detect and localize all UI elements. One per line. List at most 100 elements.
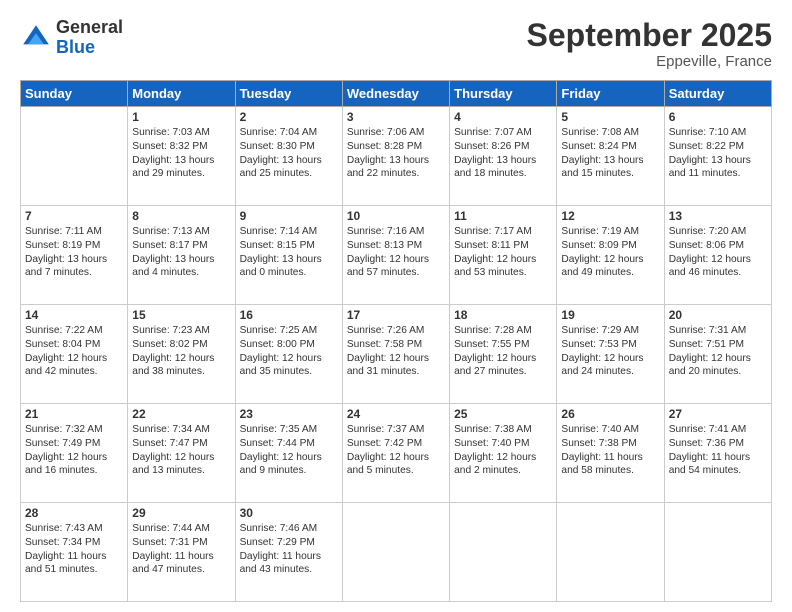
week-row: 7 Sunrise: 7:11 AM Sunset: 8:19 PM Daylig…	[21, 206, 772, 305]
day-number: 8	[132, 209, 230, 223]
cell-content: Sunrise: 7:46 AM Sunset: 7:29 PM Dayligh…	[240, 522, 338, 577]
weekday-header-row: SundayMondayTuesdayWednesdayThursdayFrid…	[21, 81, 772, 107]
calendar-cell: 16 Sunrise: 7:25 AM Sunset: 8:00 PM Dayli…	[235, 305, 342, 404]
calendar-cell: 1Sunrise: 7:03 AM Sunset: 8:32 PM Daylig…	[128, 107, 235, 206]
calendar-cell	[21, 107, 128, 206]
cell-content: Sunrise: 7:37 AM Sunset: 7:42 PM Dayligh…	[347, 423, 445, 478]
calendar-cell: 13Sunrise: 7:20 AM Sunset: 8:06 PM Dayli…	[664, 206, 771, 305]
week-row: 21Sunrise: 7:32 AM Sunset: 7:49 PM Dayli…	[21, 404, 772, 503]
cell-content: Sunrise: 7:31 AM Sunset: 7:51 PM Dayligh…	[669, 324, 767, 379]
cell-content: Sunrise: 7:06 AM Sunset: 8:28 PM Dayligh…	[347, 126, 445, 181]
calendar-cell: 18 Sunrise: 7:28 AM Sunset: 7:55 PM Dayli…	[450, 305, 557, 404]
day-number: 16	[240, 308, 338, 322]
weekday-header: Tuesday	[235, 81, 342, 107]
day-number: 5	[561, 110, 659, 124]
cell-content: Sunrise: 7:41 AM Sunset: 7:36 PM Dayligh…	[669, 423, 767, 478]
calendar-cell: 19 Sunrise: 7:29 AM Sunset: 7:53 PM Dayli…	[557, 305, 664, 404]
day-number: 17	[347, 308, 445, 322]
cell-content: Sunrise: 7:44 AM Sunset: 7:31 PM Dayligh…	[132, 522, 230, 577]
day-number: 11	[454, 209, 552, 223]
cell-content: Sunrise: 7:14 AM Sunset: 8:15 PM Dayligh…	[240, 225, 338, 280]
calendar-cell: 28 Sunrise: 7:43 AM Sunset: 7:34 PM Dayli…	[21, 503, 128, 602]
day-number: 10	[347, 209, 445, 223]
calendar-cell: 4Sunrise: 7:07 AM Sunset: 8:26 PM Daylig…	[450, 107, 557, 206]
day-number: 23	[240, 407, 338, 421]
calendar-cell: 29Sunrise: 7:44 AM Sunset: 7:31 PM Dayli…	[128, 503, 235, 602]
weekday-header: Monday	[128, 81, 235, 107]
calendar-cell	[557, 503, 664, 602]
location: Eppeville, France	[527, 53, 772, 70]
cell-content: Sunrise: 7:43 AM Sunset: 7:34 PM Dayligh…	[25, 522, 123, 577]
week-row: 14 Sunrise: 7:22 AM Sunset: 8:04 PM Dayli…	[21, 305, 772, 404]
cell-content: Sunrise: 7:38 AM Sunset: 7:40 PM Dayligh…	[454, 423, 552, 478]
day-number: 12	[561, 209, 659, 223]
day-number: 20	[669, 308, 767, 322]
calendar-cell: 23Sunrise: 7:35 AM Sunset: 7:44 PM Dayli…	[235, 404, 342, 503]
cell-content: Sunrise: 7:40 AM Sunset: 7:38 PM Dayligh…	[561, 423, 659, 478]
day-number: 15	[132, 308, 230, 322]
calendar-cell: 30 Sunrise: 7:46 AM Sunset: 7:29 PM Dayli…	[235, 503, 342, 602]
cell-content: Sunrise: 7:25 AM Sunset: 8:00 PM Dayligh…	[240, 324, 338, 379]
page: General Blue September 2025 Eppeville, F…	[0, 0, 792, 612]
week-row: 1Sunrise: 7:03 AM Sunset: 8:32 PM Daylig…	[21, 107, 772, 206]
calendar-cell: 20 Sunrise: 7:31 AM Sunset: 7:51 PM Dayli…	[664, 305, 771, 404]
calendar-cell	[450, 503, 557, 602]
calendar-cell: 22Sunrise: 7:34 AM Sunset: 7:47 PM Dayli…	[128, 404, 235, 503]
day-number: 19	[561, 308, 659, 322]
calendar-cell	[664, 503, 771, 602]
calendar-cell: 27 Sunrise: 7:41 AM Sunset: 7:36 PM Dayli…	[664, 404, 771, 503]
day-number: 28	[25, 506, 123, 520]
calendar-cell: 2 Sunrise: 7:04 AM Sunset: 8:30 PM Daylig…	[235, 107, 342, 206]
cell-content: Sunrise: 7:32 AM Sunset: 7:49 PM Dayligh…	[25, 423, 123, 478]
day-number: 26	[561, 407, 659, 421]
day-number: 18	[454, 308, 552, 322]
title-block: September 2025 Eppeville, France	[527, 18, 772, 70]
cell-content: Sunrise: 7:23 AM Sunset: 8:02 PM Dayligh…	[132, 324, 230, 379]
day-number: 2	[240, 110, 338, 124]
weekday-header: Thursday	[450, 81, 557, 107]
cell-content: Sunrise: 7:10 AM Sunset: 8:22 PM Dayligh…	[669, 126, 767, 181]
calendar-cell: 15 Sunrise: 7:23 AM Sunset: 8:02 PM Dayli…	[128, 305, 235, 404]
calendar-cell: 6 Sunrise: 7:10 AM Sunset: 8:22 PM Daylig…	[664, 107, 771, 206]
day-number: 13	[669, 209, 767, 223]
cell-content: Sunrise: 7:17 AM Sunset: 8:11 PM Dayligh…	[454, 225, 552, 280]
logo-blue-text: Blue	[56, 38, 123, 58]
cell-content: Sunrise: 7:03 AM Sunset: 8:32 PM Dayligh…	[132, 126, 230, 181]
calendar-cell: 17 Sunrise: 7:26 AM Sunset: 7:58 PM Dayli…	[342, 305, 449, 404]
day-number: 27	[669, 407, 767, 421]
day-number: 22	[132, 407, 230, 421]
calendar-cell: 25 Sunrise: 7:38 AM Sunset: 7:40 PM Dayli…	[450, 404, 557, 503]
calendar: SundayMondayTuesdayWednesdayThursdayFrid…	[20, 80, 772, 602]
logo-general-text: General	[56, 18, 123, 38]
cell-content: Sunrise: 7:29 AM Sunset: 7:53 PM Dayligh…	[561, 324, 659, 379]
day-number: 30	[240, 506, 338, 520]
day-number: 4	[454, 110, 552, 124]
cell-content: Sunrise: 7:04 AM Sunset: 8:30 PM Dayligh…	[240, 126, 338, 181]
day-number: 9	[240, 209, 338, 223]
calendar-cell: 3 Sunrise: 7:06 AM Sunset: 8:28 PM Daylig…	[342, 107, 449, 206]
day-number: 25	[454, 407, 552, 421]
day-number: 7	[25, 209, 123, 223]
day-number: 3	[347, 110, 445, 124]
cell-content: Sunrise: 7:19 AM Sunset: 8:09 PM Dayligh…	[561, 225, 659, 280]
calendar-cell: 10 Sunrise: 7:16 AM Sunset: 8:13 PM Dayli…	[342, 206, 449, 305]
cell-content: Sunrise: 7:11 AM Sunset: 8:19 PM Dayligh…	[25, 225, 123, 280]
cell-content: Sunrise: 7:22 AM Sunset: 8:04 PM Dayligh…	[25, 324, 123, 379]
cell-content: Sunrise: 7:26 AM Sunset: 7:58 PM Dayligh…	[347, 324, 445, 379]
calendar-cell: 21Sunrise: 7:32 AM Sunset: 7:49 PM Dayli…	[21, 404, 128, 503]
calendar-cell	[342, 503, 449, 602]
day-number: 6	[669, 110, 767, 124]
day-number: 14	[25, 308, 123, 322]
weekday-header: Sunday	[21, 81, 128, 107]
weekday-header: Saturday	[664, 81, 771, 107]
calendar-cell: 8 Sunrise: 7:13 AM Sunset: 8:17 PM Daylig…	[128, 206, 235, 305]
calendar-cell: 24Sunrise: 7:37 AM Sunset: 7:42 PM Dayli…	[342, 404, 449, 503]
week-row: 28 Sunrise: 7:43 AM Sunset: 7:34 PM Dayli…	[21, 503, 772, 602]
cell-content: Sunrise: 7:13 AM Sunset: 8:17 PM Dayligh…	[132, 225, 230, 280]
weekday-header: Wednesday	[342, 81, 449, 107]
weekday-header: Friday	[557, 81, 664, 107]
cell-content: Sunrise: 7:16 AM Sunset: 8:13 PM Dayligh…	[347, 225, 445, 280]
cell-content: Sunrise: 7:28 AM Sunset: 7:55 PM Dayligh…	[454, 324, 552, 379]
month-title: September 2025	[527, 18, 772, 53]
calendar-cell: 5Sunrise: 7:08 AM Sunset: 8:24 PM Daylig…	[557, 107, 664, 206]
